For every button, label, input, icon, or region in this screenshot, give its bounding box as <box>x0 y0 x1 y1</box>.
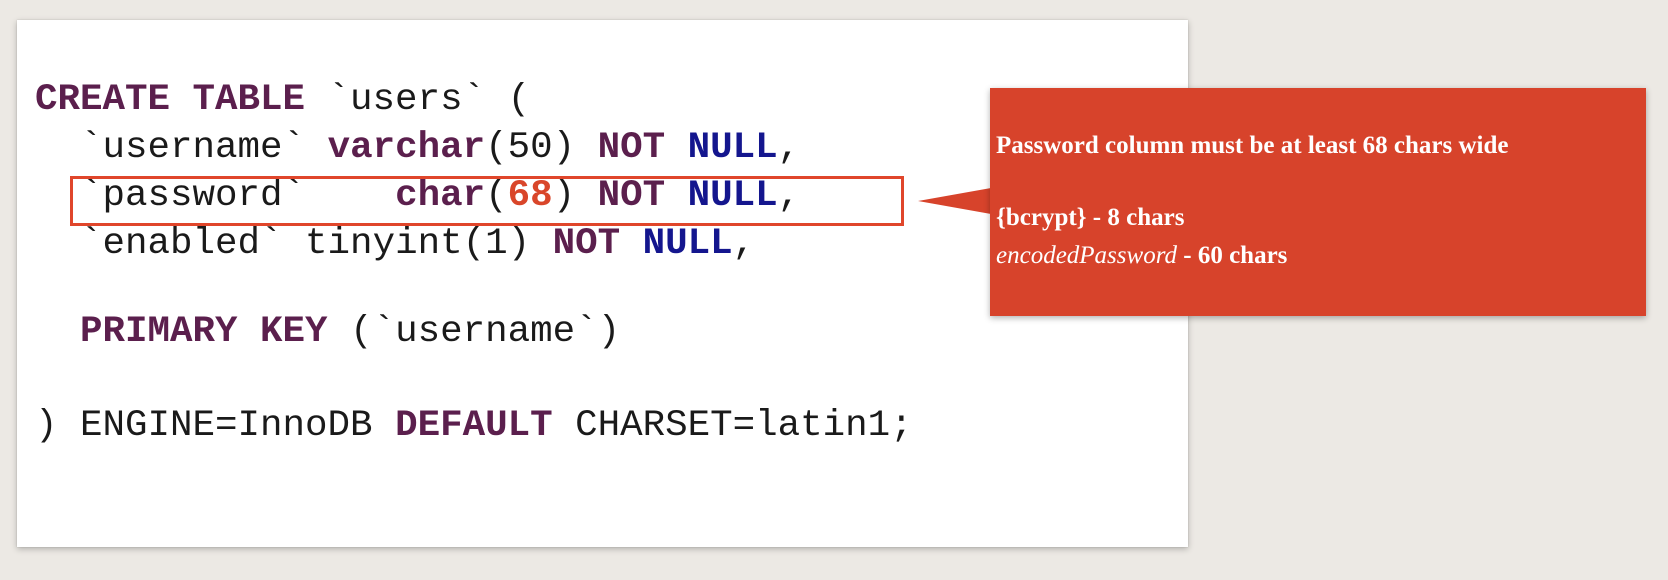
code-line-enabled: `enabled` tinyint(1) NOT NULL, <box>35 220 913 268</box>
type-varchar: varchar <box>327 127 486 169</box>
callout-encoded-label: encodedPassword <box>996 242 1177 269</box>
keyword-not: NOT <box>597 127 666 169</box>
code-comma: , <box>732 223 756 265</box>
password-line-highlight <box>70 176 904 226</box>
code-line-primary-key: PRIMARY KEY (`username`) <box>35 308 913 364</box>
column-name-enabled: `enabled` tinyint(1) <box>80 223 553 265</box>
callout-encoded-line: encodedPassword - 60 chars <box>996 238 1287 274</box>
type-args: (50) <box>485 127 598 169</box>
sql-code-block: CREATE TABLE `users` ( `username` varcha… <box>35 76 913 450</box>
keyword-primary-key: PRIMARY KEY <box>80 311 328 353</box>
code-line-create-table: CREATE TABLE `users` ( <box>35 76 913 124</box>
callout-title: Password column must be at least 68 char… <box>996 132 1509 159</box>
keyword-default: DEFAULT <box>395 405 553 447</box>
code-line-username: `username` varchar(50) NOT NULL, <box>35 124 913 172</box>
callout-pointer <box>918 188 991 214</box>
callout-encoded-length: - 60 chars <box>1177 242 1288 269</box>
keyword-create-table: CREATE TABLE <box>35 79 306 121</box>
keyword-null: NULL <box>687 127 778 169</box>
code-comma: , <box>777 127 801 169</box>
keyword-not: NOT <box>552 223 621 265</box>
column-name-username: `username` <box>80 127 328 169</box>
code-text: `users` ( <box>305 79 531 121</box>
code-line-engine: ) ENGINE=InnoDB DEFAULT CHARSET=latin1; <box>35 402 913 450</box>
code-text: ) ENGINE=InnoDB <box>35 405 396 447</box>
code-text: CHARSET=latin1; <box>552 405 913 447</box>
callout-bcrypt-line: {bcrypt} - 8 chars <box>996 204 1185 231</box>
code-text: (`username`) <box>327 311 621 353</box>
callout-box: Password column must be at least 68 char… <box>990 88 1646 316</box>
keyword-null: NULL <box>642 223 733 265</box>
